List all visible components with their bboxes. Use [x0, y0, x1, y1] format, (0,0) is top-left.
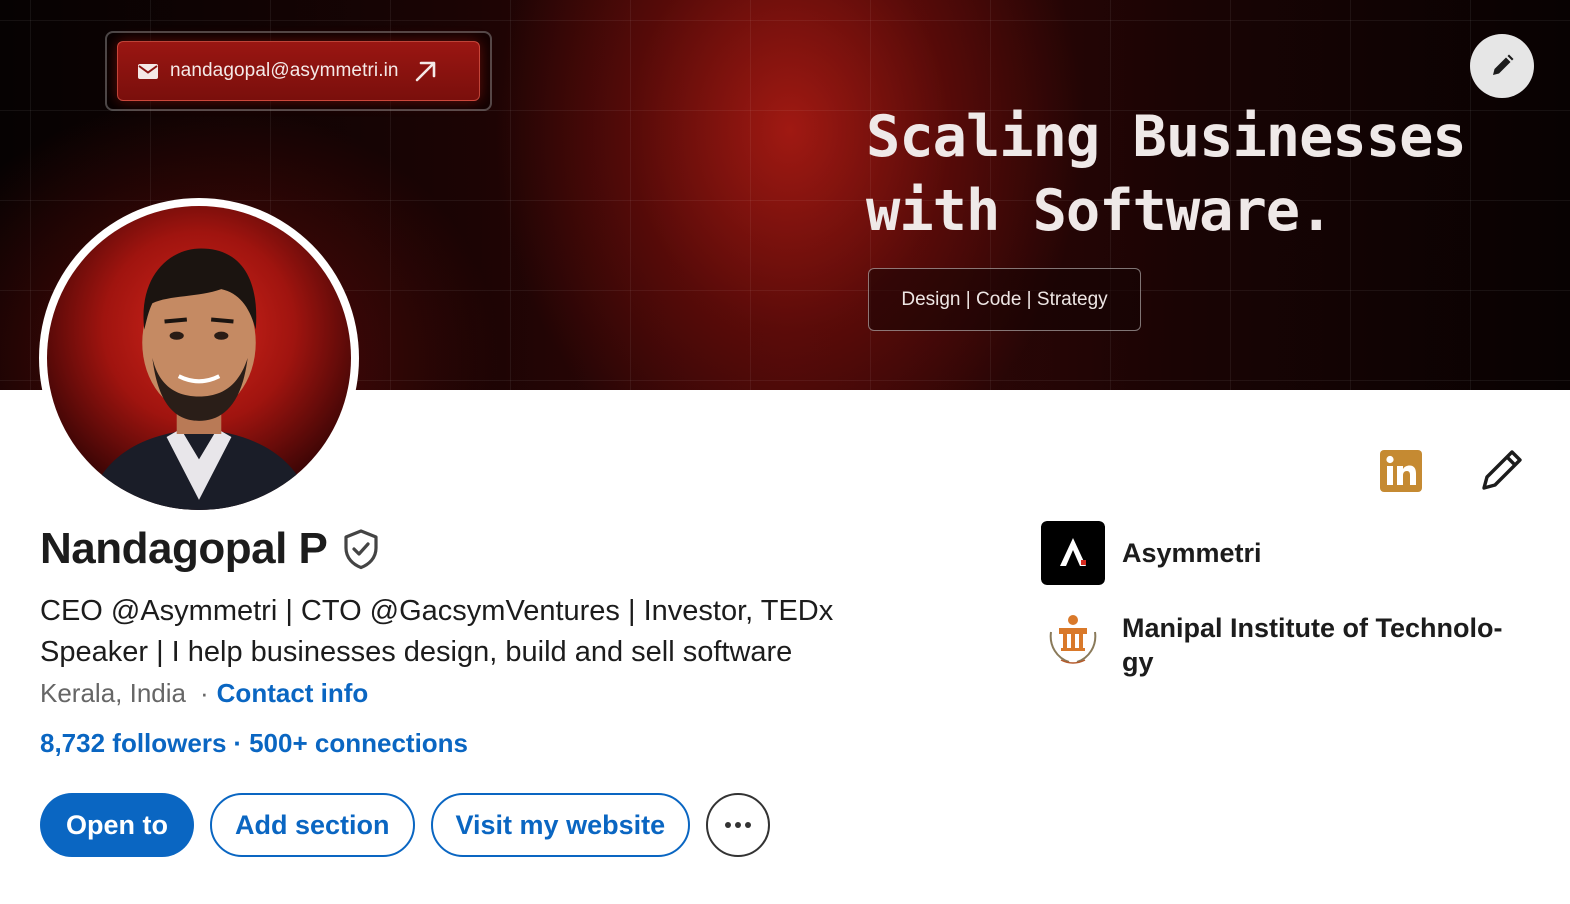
pencil-icon: [1493, 54, 1514, 75]
banner-headline-line-2: with Software.: [866, 178, 1333, 244]
asymmetri-logo-icon: [1041, 521, 1105, 585]
profile-location: Kerala, India: [40, 678, 186, 708]
org-manipal[interactable]: Manipal Institute of Technolo-gy: [1041, 608, 1532, 679]
banner-email-inner: nandagopal@asymmetri.in: [117, 41, 480, 101]
org-asymmetri-name: Asymmetri: [1122, 538, 1262, 568]
network-stats: 8,732 followers · 500+ connections: [40, 728, 468, 759]
avatar-photo: [47, 206, 351, 510]
banner-email-text: nandagopal@asymmetri.in: [170, 60, 399, 81]
stats-separator: ·: [233, 728, 243, 758]
banner-headline-line-1: Scaling Businesses: [866, 104, 1467, 170]
followers-link[interactable]: 8,732 followers: [40, 728, 226, 759]
linkedin-premium-icon[interactable]: [1380, 450, 1422, 492]
profile-actions: Open to Add section Visit my website: [40, 793, 771, 857]
location-row: Kerala, India · Contact info: [40, 678, 368, 709]
connections-link[interactable]: 500+ connections: [249, 728, 468, 759]
banner-headline: Scaling Businesses with Software.: [866, 100, 1467, 248]
ellipsis-icon: [725, 822, 752, 828]
org-manipal-name: Manipal Institute of Technolo-gy: [1122, 613, 1503, 677]
profile-name: Nandagopal P: [40, 524, 328, 573]
banner-email-badge: nandagopal@asymmetri.in: [105, 31, 492, 111]
edit-banner-button[interactable]: [1470, 34, 1534, 98]
org-asymmetri[interactable]: Asymmetri: [1041, 521, 1532, 585]
add-section-button[interactable]: Add section: [210, 793, 415, 857]
banner-tagline: Design | Code | Strategy: [868, 268, 1141, 331]
profile-avatar[interactable]: [39, 198, 359, 518]
profile-headline: CEO @Asymmetri | CTO @GacsymVentures | I…: [40, 595, 834, 668]
avatar-illustration: [87, 248, 313, 510]
open-to-button[interactable]: Open to: [40, 793, 194, 857]
more-actions-button[interactable]: [706, 793, 771, 857]
mail-icon: [138, 63, 158, 79]
contact-info-link[interactable]: Contact info: [217, 678, 369, 709]
arrow-up-right-icon: [415, 61, 435, 82]
profile-name-row: Nandagopal P: [40, 524, 381, 574]
visit-website-button[interactable]: Visit my website: [430, 793, 691, 857]
location-separator: ·: [199, 678, 209, 708]
verified-shield-icon[interactable]: [341, 528, 381, 570]
edit-profile-pencil-icon[interactable]: [1478, 446, 1526, 494]
manipal-logo-icon: [1041, 608, 1105, 672]
